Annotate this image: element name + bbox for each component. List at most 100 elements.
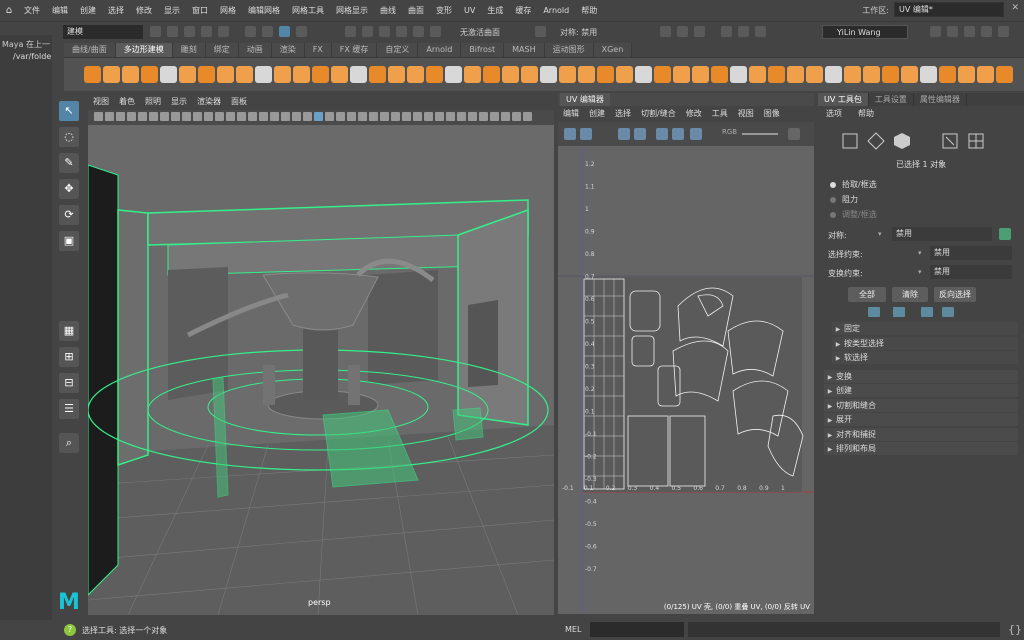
viewport-tool-11-icon[interactable] [204, 112, 213, 121]
select-constraint-select[interactable]: 禁用 [930, 246, 1012, 260]
viewport-tool-27-icon[interactable] [380, 112, 389, 121]
shelf-twist-icon[interactable] [768, 66, 785, 83]
viewport-tool-28-icon[interactable] [391, 112, 400, 121]
section-soft-select[interactable]: ▶ 软选择 [832, 351, 1018, 364]
edge-mode-icon[interactable] [866, 131, 886, 151]
select-border-icon[interactable] [942, 307, 954, 317]
radio-pick-marquee[interactable]: 拾取/框选 [830, 179, 877, 190]
viewport-tool-38-icon[interactable] [501, 112, 510, 121]
shelf-target-weld-icon[interactable] [502, 66, 519, 83]
lasso-tool-icon[interactable]: ◌ [59, 127, 79, 147]
section-align-snap[interactable]: ▶ 对齐和捕捉 [824, 428, 1018, 441]
menu-deform[interactable]: 变形 [430, 5, 458, 16]
viewport-tool-37-icon[interactable] [490, 112, 499, 121]
shelf-plane-icon[interactable] [179, 66, 196, 83]
shelf-group-icon[interactable] [901, 66, 918, 83]
uv-snapshot-icon[interactable] [690, 128, 702, 140]
menu-curves[interactable]: 曲线 [374, 5, 402, 16]
shelf-tab-sculpting[interactable]: 雕刻 [172, 43, 206, 57]
shelf-bevel-icon[interactable] [407, 66, 424, 83]
uv-menu-modify[interactable]: 修改 [681, 108, 707, 119]
uv-shell-select-icon[interactable] [564, 128, 576, 140]
section-cut-sew[interactable]: ▶ 切割和缝合 [824, 399, 1018, 412]
menu-cache[interactable]: 缓存 [509, 5, 537, 16]
shelf-multi-cut-icon[interactable] [464, 66, 481, 83]
menu-mesh[interactable]: 网格 [214, 5, 242, 16]
viewport-tool-20-icon[interactable] [303, 112, 312, 121]
paint-select-tool-icon[interactable]: ✎ [59, 153, 79, 173]
viewport-tool-39-icon[interactable] [512, 112, 521, 121]
shelf-type-icon[interactable] [255, 66, 272, 83]
make-live-icon[interactable] [430, 26, 441, 37]
menu-surfaces[interactable]: 曲面 [402, 5, 430, 16]
shelf-tab-rigging[interactable]: 绑定 [205, 43, 239, 57]
menu-create[interactable]: 创建 [74, 5, 102, 16]
undo-icon[interactable] [201, 26, 212, 37]
attribute-editor-icon[interactable] [964, 26, 975, 37]
viewport-tool-7-icon[interactable] [160, 112, 169, 121]
viewport-tool-3-icon[interactable] [116, 112, 125, 121]
exposure-slider[interactable] [742, 133, 778, 135]
chevron-down-icon[interactable]: ▾ [878, 230, 882, 238]
section-select-by-type[interactable]: ▶ 按类型选择 [832, 337, 1018, 350]
script-editor-icon[interactable]: {} [1008, 623, 1022, 636]
shelf-sphere-icon[interactable] [84, 66, 101, 83]
face-mode-icon[interactable] [892, 131, 912, 151]
viewport-menu-panels[interactable]: 面板 [226, 96, 252, 107]
viewport-tool-26-icon[interactable] [369, 112, 378, 121]
uv-vertex-select-icon[interactable] [580, 128, 592, 140]
viewport-tool-19-icon[interactable] [292, 112, 301, 121]
perspective-viewport[interactable]: persp [88, 125, 554, 615]
shelf-disc-icon[interactable] [198, 66, 215, 83]
shelf-smooth-icon[interactable] [331, 66, 348, 83]
shelf-freeze-icon[interactable] [673, 66, 690, 83]
menu-edit-mesh[interactable]: 编辑网格 [242, 5, 286, 16]
outliner-layout-icon[interactable]: ☰ [59, 399, 79, 419]
shelf-parent-icon[interactable] [939, 66, 956, 83]
menu-edit[interactable]: 编辑 [46, 5, 74, 16]
viewport-tool-22-icon[interactable] [325, 112, 334, 121]
shelf-uv-spherical-icon[interactable] [578, 66, 595, 83]
shelf-reverse-icon[interactable] [977, 66, 994, 83]
shelf-tab-curves[interactable]: 曲线/曲面 [64, 43, 116, 57]
shelf-extract-icon[interactable] [312, 66, 329, 83]
sidebar-toggle-icon[interactable] [930, 26, 941, 37]
new-scene-icon[interactable] [150, 26, 161, 37]
shelf-cylinder-icon[interactable] [122, 66, 139, 83]
menu-modify[interactable]: 修改 [130, 5, 158, 16]
mel-label[interactable]: MEL [565, 625, 581, 634]
channel-box-icon[interactable] [998, 26, 1009, 37]
viewport-menu-renderer[interactable]: 渲染器 [192, 96, 226, 107]
shelf-tab-arnold[interactable]: Arnold [418, 43, 462, 57]
viewport-tool-32-icon[interactable] [435, 112, 444, 121]
tab-uv-toolkit[interactable]: UV 工具包 [818, 93, 869, 106]
shelf-bend-icon[interactable] [749, 66, 766, 83]
tab-tool-settings[interactable]: 工具设置 [869, 93, 914, 106]
viewport-tool-14-icon[interactable] [237, 112, 246, 121]
uv-grid-icon[interactable] [634, 128, 646, 140]
uv-shell-mode-icon[interactable] [966, 131, 986, 151]
shelf-quad-draw-icon[interactable] [825, 66, 842, 83]
close-icon[interactable]: ✕ [1011, 3, 1019, 13]
snap-grid-icon[interactable] [345, 26, 356, 37]
viewport-tool-1-icon[interactable] [94, 112, 103, 121]
tool-settings-icon[interactable] [981, 26, 992, 37]
menu-file[interactable]: 文件 [18, 5, 46, 16]
snap-view-plane-icon[interactable] [396, 26, 407, 37]
shelf-uv-auto-icon[interactable] [597, 66, 614, 83]
shelf-paint-icon[interactable] [787, 66, 804, 83]
select-shell-icon[interactable] [921, 307, 933, 317]
shelf-bridge-icon[interactable] [369, 66, 386, 83]
viewport-menu-lighting[interactable]: 照明 [140, 96, 166, 107]
viewport-tool-23-icon[interactable] [336, 112, 345, 121]
menu-help[interactable]: 帮助 [575, 5, 603, 16]
shelf-boolean-icon[interactable] [350, 66, 367, 83]
shelf-combine-icon[interactable] [274, 66, 291, 83]
history-icon[interactable] [535, 26, 546, 37]
viewport-tool-33-icon[interactable] [446, 112, 455, 121]
uv-mode-icon[interactable] [940, 131, 960, 151]
select-object-icon[interactable] [262, 26, 273, 37]
modeling-toolkit-icon[interactable] [947, 26, 958, 37]
rp-menu-help[interactable]: 帮助 [850, 108, 882, 119]
search-icon[interactable]: ⌕ [59, 433, 79, 453]
